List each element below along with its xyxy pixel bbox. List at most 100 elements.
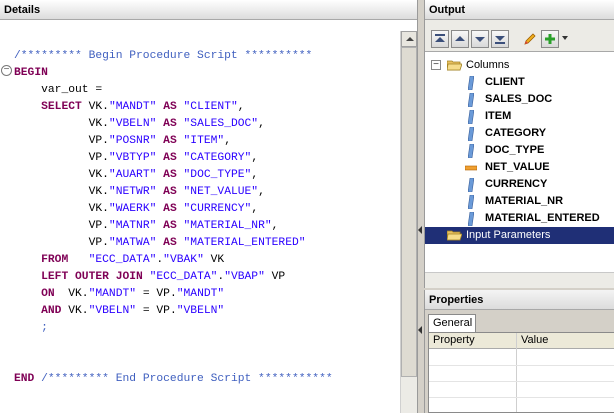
scroll-thumb[interactable] <box>401 47 417 377</box>
tree-node-input-parameters[interactable]: Input Parameters <box>425 227 614 244</box>
tree-node-column[interactable]: MATERIAL_ENTERED <box>425 210 614 227</box>
move-bottom-button[interactable] <box>491 30 509 48</box>
add-button[interactable] <box>541 30 559 48</box>
grid-row-line <box>429 397 614 398</box>
code-token: "NET_VALUE" <box>183 186 259 198</box>
code-line: VP."POSNR" AS "ITEM", <box>14 133 333 150</box>
code-token: "POSNR" <box>108 135 157 147</box>
procedure-script[interactable]: /********* Begin Procedure Script ******… <box>14 48 333 388</box>
code-token: VK. <box>54 288 89 300</box>
code-token: "VBAP" <box>224 271 265 283</box>
attribute-column-icon <box>468 93 474 107</box>
columns-label: Columns <box>466 59 510 71</box>
code-token: , <box>251 152 259 164</box>
code-token: "NETWR" <box>108 186 157 198</box>
code-token: "MATERIAL_NR" <box>183 220 272 232</box>
edit-button[interactable] <box>521 30 539 48</box>
tree-node-column[interactable]: NET_VALUE <box>425 159 614 176</box>
code-token: AS <box>163 220 177 232</box>
attribute-column-icon <box>468 76 474 90</box>
grid-divider <box>516 333 517 412</box>
code-line: VK."WAERK" AS "CURRENCY", <box>14 201 333 218</box>
properties-panel: Properties General Property Value <box>424 290 614 413</box>
column-header-property[interactable]: Property <box>433 334 475 346</box>
code-token: "MANDT" <box>176 288 225 300</box>
code-token: , <box>258 186 265 198</box>
code-token: "VBAK" <box>163 254 204 266</box>
code-token: , <box>251 203 259 215</box>
tree-node-column[interactable]: CURRENCY <box>425 176 614 193</box>
code-token: "CLIENT" <box>183 101 238 113</box>
tab-general[interactable]: General <box>428 314 476 332</box>
code-token: , <box>258 118 265 130</box>
fold-toggle-icon[interactable]: − <box>1 65 12 76</box>
tree-node-column[interactable]: ITEM <box>425 108 614 125</box>
code-line: FROM "ECC_DATA"."VBAK" VK <box>14 252 333 269</box>
code-token: VK. <box>61 305 89 317</box>
column-label: CURRENCY <box>485 178 548 190</box>
code-line: /********* Begin Procedure Script ******… <box>14 48 333 65</box>
tree-node-column[interactable]: MATERIAL_NR <box>425 193 614 210</box>
code-token: = VP. <box>136 305 177 317</box>
move-up-icon <box>455 36 465 41</box>
tree-node-column[interactable]: SALES_DOC <box>425 91 614 108</box>
grid-row-line <box>429 365 614 366</box>
collapse-left-arrow-icon-2[interactable] <box>418 326 422 334</box>
code-token: "CURRENCY" <box>183 203 252 215</box>
column-header-value[interactable]: Value <box>521 334 548 346</box>
code-token: "ECC_DATA" <box>88 254 157 266</box>
dropdown-arrow-icon[interactable] <box>562 36 568 40</box>
code-editor[interactable]: − /********* Begin Procedure Script ****… <box>0 31 400 413</box>
attribute-column-icon <box>468 178 474 192</box>
code-line: BEGIN <box>14 65 333 82</box>
attribute-column-icon <box>468 212 474 226</box>
attribute-column-icon <box>468 195 474 209</box>
tree-node-column[interactable]: CLIENT <box>425 74 614 91</box>
code-line: VK."VBELN" AS "SALES_DOC", <box>14 116 333 133</box>
code-token: AS <box>163 203 177 215</box>
details-title: Details <box>0 0 417 20</box>
code-token: "DOC_TYPE" <box>183 169 252 181</box>
move-up-button[interactable] <box>451 30 469 48</box>
code-token: AS <box>163 118 177 130</box>
code-token: BEGIN <box>14 67 48 79</box>
code-token: VP. <box>14 220 109 232</box>
code-token: , <box>237 101 245 113</box>
folder-open-icon-2 <box>447 230 462 241</box>
add-icon <box>545 34 555 44</box>
code-token: AS <box>163 237 177 249</box>
move-down-button[interactable] <box>471 30 489 48</box>
code-token: , <box>251 169 259 181</box>
code-token: VK. <box>14 118 109 130</box>
tree-node-columns[interactable]: − Columns <box>425 57 614 74</box>
code-token: "MATNR" <box>108 220 157 232</box>
code-token: "VBTYP" <box>108 152 157 164</box>
output-toolbar <box>425 20 614 52</box>
editor-gutter: − <box>0 31 14 413</box>
measure-column-icon <box>465 165 477 171</box>
output-horizontal-scrollbar[interactable] <box>425 272 614 288</box>
editor-vertical-scrollbar[interactable] <box>400 31 417 413</box>
code-token: var_out = <box>14 84 103 96</box>
tree-node-column[interactable]: DOC_TYPE <box>425 142 614 159</box>
scroll-up-icon[interactable] <box>401 31 417 47</box>
move-top-button[interactable] <box>431 30 449 48</box>
collapse-left-arrow-icon[interactable] <box>418 226 422 234</box>
properties-grid[interactable]: Property Value <box>428 332 614 413</box>
collapse-icon[interactable]: − <box>431 60 441 70</box>
code-token: VP. <box>14 152 109 164</box>
code-token: "MANDT" <box>108 101 157 113</box>
tree-node-column[interactable]: CATEGORY <box>425 125 614 142</box>
code-token: "ECC_DATA" <box>149 271 218 283</box>
column-label: DOC_TYPE <box>485 144 545 156</box>
code-token: "VBELN" <box>176 305 225 317</box>
